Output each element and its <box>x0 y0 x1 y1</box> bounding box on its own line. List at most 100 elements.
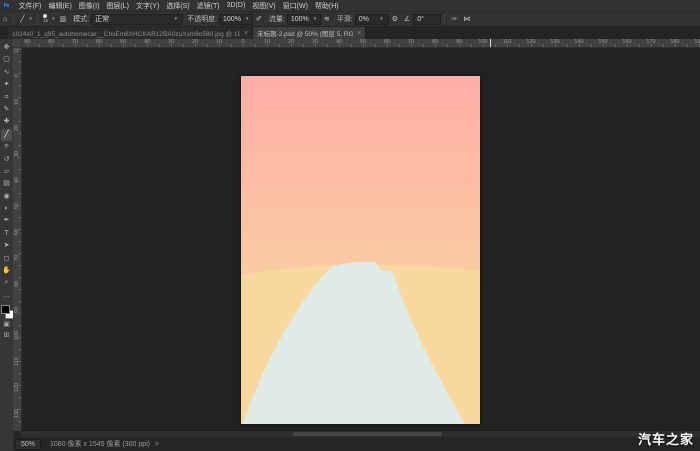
smoothing-options-gear-icon[interactable]: ⚙ <box>389 15 401 23</box>
chevron-down-icon: ▾ <box>245 15 249 22</box>
ruler-label: 140 <box>574 39 584 45</box>
ruler-label: 50 <box>14 202 20 210</box>
screen-mode-button[interactable]: ⊞ <box>1 330 12 341</box>
menu-item-8[interactable]: 视图(V) <box>249 1 279 11</box>
menu-item-5[interactable]: 选择(S) <box>163 1 193 11</box>
brush-size-value: 15 <box>42 18 48 24</box>
blur-tool-icon[interactable]: ◉ <box>1 191 12 203</box>
zoom-level-field[interactable]: 50% <box>15 438 42 450</box>
ruler-label: 50 <box>119 39 127 45</box>
ruler-label: 20 <box>287 39 295 45</box>
ruler-label: 100 <box>478 39 488 45</box>
edit-toolbar-button-icon[interactable]: … <box>1 290 12 302</box>
ruler-label: 120 <box>14 382 20 392</box>
watermark: 汽车之家 <box>637 432 694 447</box>
ruler-label: 190 <box>694 39 700 45</box>
opacity-label: 不透明度: <box>187 16 218 23</box>
vertical-ruler[interactable]: 10 0 10 20 30 40 50 60 70 80 90 100 110 120 130 <box>13 47 22 431</box>
gradient-tool-icon[interactable]: ▤ <box>1 178 12 190</box>
document-tab-0[interactable]: 1024x0_1_q95_autohomecar__ChsEm8XHCKAR12… <box>8 27 254 39</box>
quick-mask-button[interactable]: ▣ <box>1 319 12 330</box>
type-tool-icon[interactable]: T <box>1 228 12 240</box>
size-pressure-icon[interactable]: ✑ <box>448 15 460 23</box>
scrollbar-thumb[interactable] <box>292 432 442 436</box>
ruler-label: 160 <box>622 39 632 45</box>
ruler-label: 80 <box>431 39 439 45</box>
ruler-label: 40 <box>14 176 20 184</box>
ruler-label: 10 <box>263 39 271 45</box>
photoshop-window: Ps 文件(F) 编辑(E) 图像(I) 图层(L) 文字(Y) 选择(S) 滤镜(T) 3D… <box>0 0 700 451</box>
menu-item-9[interactable]: 窗口(W) <box>279 1 311 11</box>
ruler-label: 110 <box>14 357 20 366</box>
flow-label: 流量: <box>268 16 285 23</box>
foreground-color-swatch[interactable] <box>0 305 10 315</box>
ruler-ticks <box>15 44 700 47</box>
home-icon[interactable]: ⌂ <box>0 16 10 23</box>
ruler-label: 50 <box>359 39 367 45</box>
ruler-label: 90 <box>14 306 20 314</box>
airbrush-icon[interactable]: ≋ <box>321 15 333 23</box>
ruler-ticks <box>18 49 21 431</box>
magic-wand-tool-icon[interactable]: ✦ <box>1 79 12 91</box>
horizontal-ruler[interactable]: 90 80 70 60 50 40 30 20 10 0 10 20 30 40 50 60 70 80 90 100… <box>13 39 700 48</box>
shape-tool-icon[interactable]: ◻ <box>1 253 12 265</box>
symmetry-icon[interactable]: ⋈ <box>460 15 473 23</box>
menu-item-7[interactable]: 3D(D) <box>223 2 249 9</box>
history-brush-tool-icon[interactable]: ↺ <box>1 154 12 166</box>
menu-item-3[interactable]: 图层(L) <box>103 1 133 11</box>
crop-tool-icon[interactable]: ⌗ <box>1 92 12 104</box>
status-chevron-icon[interactable]: > <box>155 441 159 448</box>
brush-settings-panel-toggle-icon[interactable]: ▥ <box>57 15 70 23</box>
path-selection-tool-icon[interactable]: ➤ <box>1 240 12 252</box>
chevron-down-icon: ▾ <box>313 15 317 22</box>
hand-tool-icon[interactable]: ✋ <box>1 265 12 277</box>
move-tool-icon[interactable]: ✥ <box>1 42 12 54</box>
eyedropper-tool-icon[interactable]: ✎ <box>1 104 12 116</box>
document-tab-1[interactable]: 未标题-2.psd @ 50% (图层 5, RGB/8) *× <box>253 27 367 39</box>
color-swatches <box>0 305 14 320</box>
menu-item-1[interactable]: 编辑(E) <box>45 1 75 11</box>
smoothing-select[interactable]: 0% ▾ <box>354 13 389 25</box>
tab-title: 未标题-2.psd @ 50% (图层 5, RGB/8) * <box>257 31 354 38</box>
tools-panel: ✥ ▢ ∿ ✦ ⌗ ✎ ✚ ╱ ⍟ ↺ ▱ ▤ ◉ ◐ ✒ T ➤ ◻ ✋ ⌕… ▣ ⊞ <box>0 39 14 451</box>
ruler-label: 10 <box>14 47 20 54</box>
ruler-label: 20 <box>191 39 199 45</box>
marquee-tool-icon[interactable]: ▢ <box>1 54 12 66</box>
dodge-tool-icon[interactable]: ◐ <box>1 203 12 215</box>
menu-item-2[interactable]: 图像(I) <box>75 1 103 11</box>
brush-angle-input[interactable]: 0° <box>413 13 442 25</box>
ruler-label: 30 <box>14 150 20 158</box>
brush-tool-icon[interactable]: ╱ <box>17 15 27 23</box>
canvas-pasteboard[interactable] <box>21 47 700 437</box>
horizontal-scrollbar[interactable] <box>21 430 700 437</box>
document-info: 1080 像素 x 1545 像素 (300 ppi) <box>50 441 151 448</box>
brush-preset-picker[interactable]: 15 <box>41 14 50 24</box>
menu-item-6[interactable]: 滤镜(T) <box>193 1 223 11</box>
chevron-down-icon: ▾ <box>174 15 178 22</box>
tab-close-icon[interactable]: × <box>244 30 248 37</box>
healing-brush-tool-icon[interactable]: ✚ <box>1 116 12 128</box>
flow-select[interactable]: 100% ▾ <box>286 13 321 25</box>
blend-mode-select[interactable]: 正常 ▾ <box>91 13 184 25</box>
eraser-tool-icon[interactable]: ▱ <box>1 166 12 178</box>
document-canvas[interactable] <box>241 76 480 424</box>
menu-item-0[interactable]: 文件(F) <box>15 1 45 11</box>
brush-tool-icon[interactable]: ╱ <box>1 128 12 142</box>
ruler-cursor-marker <box>490 39 491 47</box>
ruler-corner[interactable] <box>13 39 22 48</box>
blend-mode-value: 正常 <box>95 15 110 23</box>
menu-item-4[interactable]: 文字(Y) <box>132 1 162 11</box>
ruler-label: 70 <box>407 39 415 45</box>
clone-stamp-tool-icon[interactable]: ⍟ <box>1 141 12 153</box>
chevron-down-icon[interactable]: ▾ <box>27 16 34 22</box>
tool-options-bar: ⌂ ╱ ▾ 15 ▾ ▥ 模式: 正常 ▾ 不透明度: 100% ▾ ✐ 流量:… <box>0 12 700 27</box>
lasso-tool-icon[interactable]: ∿ <box>1 67 12 79</box>
menu-item-10[interactable]: 帮助(H) <box>311 1 342 11</box>
opacity-pressure-icon[interactable]: ✐ <box>253 15 265 23</box>
ruler-label: 90 <box>455 39 463 45</box>
opacity-select[interactable]: 100% ▾ <box>219 13 254 25</box>
tool-list: ✥ ▢ ∿ ✦ ⌗ ✎ ✚ ╱ ⍟ ↺ ▱ ▤ ◉ ◐ ✒ T ➤ ◻ ✋ ⌕… <box>1 42 12 302</box>
pen-tool-icon[interactable]: ✒ <box>1 215 12 227</box>
zoom-tool-icon[interactable]: ⌕ <box>1 277 12 289</box>
tab-close-icon[interactable]: × <box>357 30 361 37</box>
